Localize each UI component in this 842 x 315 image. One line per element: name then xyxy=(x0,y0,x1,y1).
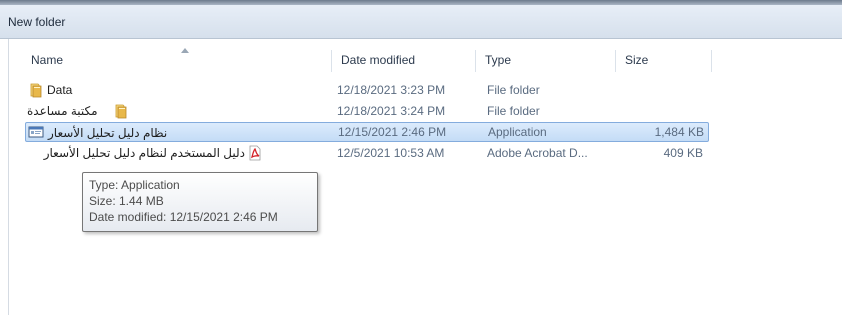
sort-ascending-icon xyxy=(181,48,189,53)
column-divider[interactable] xyxy=(711,50,712,72)
column-divider[interactable] xyxy=(331,50,332,72)
file-size xyxy=(617,101,713,121)
file-type: Adobe Acrobat D... xyxy=(487,146,588,160)
pdf-icon xyxy=(249,145,261,161)
file-type: File folder xyxy=(487,104,540,118)
tooltip-date-modified: Date modified: 12/15/2021 2:46 PM xyxy=(89,210,278,224)
file-name-cell: دليل المستخدم لنظام دليل تحليل الأسعار xyxy=(25,143,325,163)
file-type: File folder xyxy=(487,83,540,97)
file-row-user-guide-pdf[interactable]: دليل المستخدم لنظام دليل تحليل الأسعار 1… xyxy=(25,143,709,163)
file-name: مكتبة مساعدة xyxy=(27,104,98,118)
file-size: 1,484 KB xyxy=(654,125,704,139)
file-row-data[interactable]: Data 12/18/2021 3:23 PM File folder xyxy=(25,80,709,100)
column-header-row: Name Date modified Type Size xyxy=(9,47,842,73)
column-divider[interactable] xyxy=(475,50,476,72)
file-type: Application xyxy=(488,125,547,139)
column-header-name[interactable]: Name xyxy=(25,47,63,73)
column-header-size[interactable]: Size xyxy=(619,47,648,73)
file-name-cell: مكتبة مساعدة xyxy=(25,101,325,121)
address-bar[interactable]: New folder xyxy=(0,5,842,39)
file-info-tooltip: Type: Application Size: 1.44 MB Date mod… xyxy=(82,172,318,232)
file-size: 409 KB xyxy=(663,146,703,160)
column-header-type[interactable]: Type xyxy=(479,47,511,73)
file-date: 12/5/2021 10:53 AM xyxy=(337,146,445,160)
file-date: 12/18/2021 3:24 PM xyxy=(337,104,446,118)
tooltip-size: Size: 1.44 MB xyxy=(89,194,164,208)
column-divider[interactable] xyxy=(615,50,616,72)
file-date: 12/18/2021 3:23 PM xyxy=(337,83,446,97)
folder-icon xyxy=(115,104,127,119)
tooltip-type: Type: Application xyxy=(89,178,180,192)
column-header-date-modified[interactable]: Date modified xyxy=(335,47,415,73)
file-name-cell: نظام دليل تحليل الأسعار xyxy=(26,123,326,143)
folder-icon xyxy=(30,83,42,98)
file-row-price-analysis-app[interactable]: نظام دليل تحليل الأسعار 12/15/2021 2:46 … xyxy=(25,122,709,142)
file-name-cell: Data xyxy=(25,80,325,100)
file-name: نظام دليل تحليل الأسعار xyxy=(48,126,168,140)
file-row-help-library[interactable]: مكتبة مساعدة 12/18/2021 3:24 PM File fol… xyxy=(25,101,709,121)
file-size xyxy=(617,80,713,100)
file-name: Data xyxy=(47,83,73,97)
window-title: New folder xyxy=(8,15,66,29)
file-date: 12/15/2021 2:46 PM xyxy=(338,125,447,139)
file-name: دليل المستخدم لنظام دليل تحليل الأسعار xyxy=(43,146,245,160)
application-icon xyxy=(28,126,44,138)
